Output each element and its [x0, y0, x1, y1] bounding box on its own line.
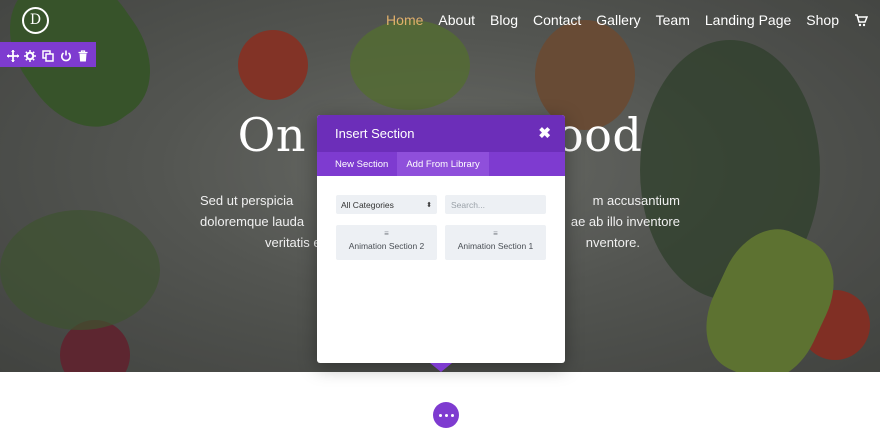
- nav-item-home[interactable]: Home: [386, 12, 423, 28]
- nav-item-about[interactable]: About: [438, 12, 475, 28]
- nav-item-shop[interactable]: Shop: [806, 12, 839, 28]
- modal-tabs: New Section Add From Library: [317, 152, 565, 176]
- tab-new-section[interactable]: New Section: [317, 152, 397, 176]
- modal-header: Insert Section ✖: [317, 115, 565, 152]
- site-header: D Home About Blog Contact Gallery Team L…: [0, 0, 880, 42]
- site-logo[interactable]: D: [22, 7, 49, 34]
- library-item-label: Animation Section 1: [457, 241, 534, 251]
- nav-item-gallery[interactable]: Gallery: [596, 12, 640, 28]
- more-dots-icon: [450, 413, 454, 417]
- category-select-value: All Categories: [341, 199, 394, 210]
- close-icon[interactable]: ✖: [538, 126, 551, 141]
- select-arrows-icon: ⬍: [426, 201, 432, 209]
- main-nav: Home About Blog Contact Gallery Team Lan…: [386, 12, 869, 28]
- nav-item-blog[interactable]: Blog: [490, 12, 518, 28]
- hero-title-right: ood: [556, 108, 643, 162]
- library-items: ≡ Animation Section 2 ≡ Animation Sectio…: [336, 225, 546, 260]
- tab-add-from-library[interactable]: Add From Library: [397, 152, 489, 176]
- nav-item-landing-page[interactable]: Landing Page: [705, 12, 791, 28]
- nav-item-contact[interactable]: Contact: [533, 12, 581, 28]
- library-search-input[interactable]: [445, 195, 546, 214]
- more-dots-icon: [438, 413, 442, 417]
- section-toolbar: [0, 42, 96, 67]
- hero-title-left: On: [237, 108, 306, 162]
- library-item[interactable]: ≡ Animation Section 2: [336, 225, 437, 260]
- trash-icon[interactable]: [77, 49, 89, 61]
- insert-section-modal: Insert Section ✖ New Section Add From Li…: [317, 115, 565, 363]
- drag-handle-icon: ≡: [384, 229, 389, 238]
- gear-icon[interactable]: [24, 49, 37, 62]
- drag-handle-icon: ≡: [493, 229, 498, 238]
- modal-title: Insert Section: [335, 126, 415, 141]
- library-item-label: Animation Section 2: [348, 241, 425, 251]
- add-section-button[interactable]: [433, 402, 459, 428]
- modal-pointer: [430, 363, 452, 372]
- modal-body: All Categories ⬍ ≡ Animation Section 2 ≡…: [317, 176, 565, 260]
- library-item[interactable]: ≡ Animation Section 1: [445, 225, 546, 260]
- cart-icon[interactable]: [854, 13, 869, 27]
- library-filters: All Categories ⬍: [336, 195, 546, 214]
- duplicate-icon[interactable]: [42, 49, 54, 62]
- category-select[interactable]: All Categories ⬍: [336, 195, 437, 214]
- nav-item-team[interactable]: Team: [656, 12, 690, 28]
- power-icon[interactable]: [60, 49, 72, 61]
- move-icon[interactable]: [6, 49, 19, 62]
- more-dots-icon: [444, 413, 448, 417]
